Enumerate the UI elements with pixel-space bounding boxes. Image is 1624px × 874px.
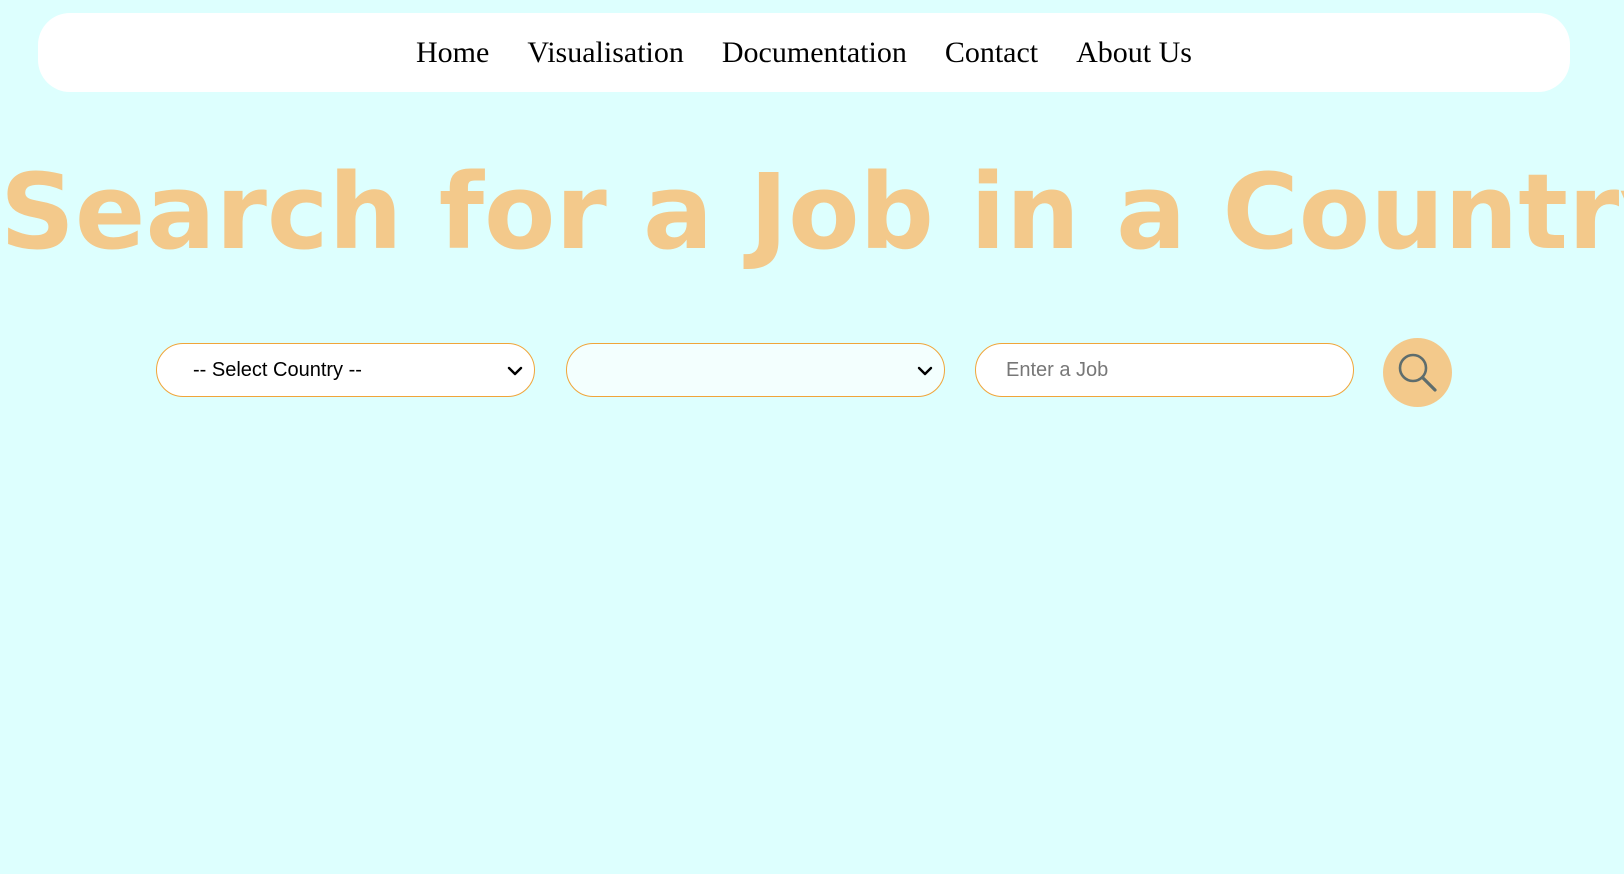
search-bar: -- Select Country --	[0, 338, 1624, 408]
page-title: Search for a Job in a Country	[0, 151, 1624, 273]
country-select[interactable]: -- Select Country --	[156, 343, 535, 397]
secondary-select[interactable]	[566, 343, 945, 397]
nav-links: Home Visualisation Documentation Contact…	[416, 37, 1192, 68]
nav-link-visualisation[interactable]: Visualisation	[527, 37, 684, 68]
nav-link-home[interactable]: Home	[416, 37, 489, 68]
search-icon	[1398, 353, 1437, 392]
nav-link-about-us[interactable]: About Us	[1076, 37, 1192, 68]
job-search-input[interactable]	[975, 343, 1354, 397]
search-button[interactable]	[1383, 338, 1452, 407]
nav-link-documentation[interactable]: Documentation	[722, 37, 907, 68]
chevron-down-icon	[507, 366, 523, 376]
nav-link-contact[interactable]: Contact	[945, 37, 1038, 68]
country-select-value: -- Select Country --	[193, 358, 362, 381]
navbar: Home Visualisation Documentation Contact…	[38, 13, 1570, 92]
chevron-down-icon	[917, 366, 933, 376]
